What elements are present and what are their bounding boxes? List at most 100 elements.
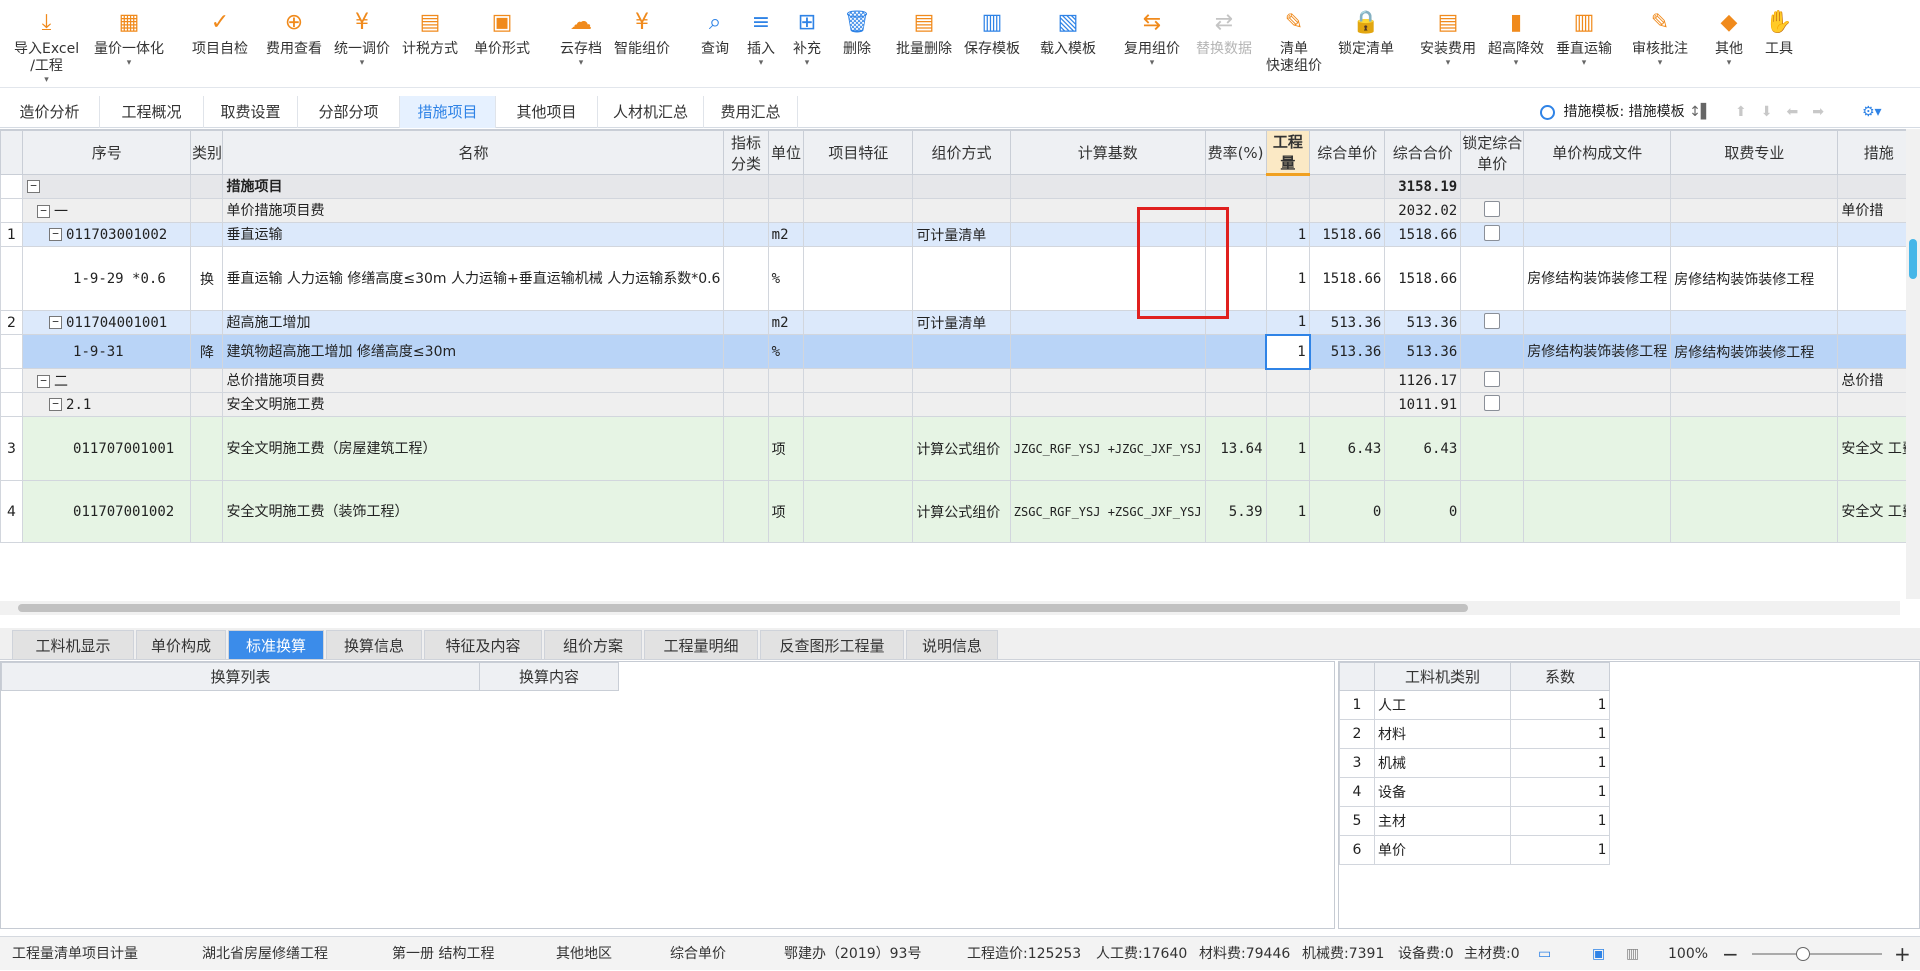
cell-major[interactable] xyxy=(1670,416,1839,481)
scroll-thumb[interactable] xyxy=(18,604,1468,612)
cell-major[interactable] xyxy=(1670,198,1839,223)
toolbar-button-reuse-pricing[interactable]: ⇆ 复用组价 ▾ xyxy=(1124,8,1180,68)
cell-type[interactable] xyxy=(190,310,224,335)
cell-total[interactable]: 1011.91 xyxy=(1384,392,1462,417)
cell-base[interactable] xyxy=(1009,246,1206,311)
cell-method[interactable]: 可计量清单 xyxy=(912,310,1011,335)
coef-row[interactable]: 6 单价 1 xyxy=(1339,835,1610,865)
toolbar-button-quick-pricing[interactable]: ✎ 清单 快速组价 xyxy=(1266,8,1322,75)
zoom-in-icon[interactable]: + xyxy=(1894,937,1911,971)
tab-7[interactable]: 费用汇总 xyxy=(704,96,798,128)
toolbar-button-integration[interactable]: ▦ 量价一体化 ▾ xyxy=(94,8,164,68)
cell-rate[interactable]: 5.39 xyxy=(1204,480,1267,543)
move-right-icon[interactable]: ➡ xyxy=(1812,104,1838,120)
toolbar-button-adjust-price[interactable]: ¥ 统一调价 ▾ xyxy=(334,8,390,68)
cell-lock[interactable] xyxy=(1460,198,1525,223)
cell-base[interactable]: JZGC_RGF_YSJ +JZGC_JXF_YSJ xyxy=(1009,416,1206,481)
cell-major[interactable] xyxy=(1670,310,1839,335)
cell-indicator[interactable] xyxy=(723,368,769,393)
detail-tab-6[interactable]: 工程量明细 xyxy=(644,630,758,660)
cell-major[interactable]: 房修结构装饰装修工程 xyxy=(1670,246,1839,311)
collapse-icon[interactable]: − xyxy=(49,228,63,241)
zoom-slider[interactable] xyxy=(1752,937,1882,971)
cell-code[interactable]: −2.1 xyxy=(22,392,192,417)
cell-unit[interactable]: % xyxy=(767,334,805,369)
cell-quantity[interactable] xyxy=(1265,392,1311,417)
coef-row[interactable]: 1 人工 1 xyxy=(1339,690,1610,720)
toolbar-button-fee-view[interactable]: ⊕ 费用查看 xyxy=(266,8,322,58)
cell-code[interactable]: 1-9-29 *0.6 xyxy=(22,246,192,311)
cell-rate[interactable] xyxy=(1204,368,1267,393)
coef-value[interactable]: 1 xyxy=(1510,835,1610,865)
column-header[interactable]: 组价方式 xyxy=(912,130,1011,175)
column-header[interactable]: 工程量 xyxy=(1265,130,1311,176)
cell-indicator[interactable] xyxy=(723,198,769,223)
cell-code[interactable]: 1-9-31 xyxy=(22,334,192,369)
row-index[interactable]: 3 xyxy=(0,416,24,481)
cell-quantity[interactable] xyxy=(1265,174,1311,199)
cell-feature[interactable] xyxy=(803,368,914,393)
collapse-icon[interactable]: − xyxy=(49,398,63,411)
cell-rate[interactable] xyxy=(1204,198,1267,223)
detail-tab-3[interactable]: 换算信息 xyxy=(326,630,422,660)
cell-indicator[interactable] xyxy=(723,480,769,543)
column-header[interactable]: 名称 xyxy=(222,130,725,175)
cell-lock[interactable] xyxy=(1460,310,1525,335)
cell-type[interactable] xyxy=(190,198,224,223)
cell-base[interactable] xyxy=(1009,222,1206,247)
cell-rate[interactable] xyxy=(1204,222,1267,247)
cell-type[interactable] xyxy=(190,392,224,417)
coef-value[interactable]: 1 xyxy=(1510,719,1610,749)
cell-method[interactable]: 计算公式组价 xyxy=(912,416,1011,481)
cell-type[interactable] xyxy=(190,368,224,393)
cell-total[interactable]: 0 xyxy=(1384,480,1462,543)
detail-tab-8[interactable]: 说明信息 xyxy=(906,630,998,660)
tab-6[interactable]: 人材机汇总 xyxy=(598,96,704,128)
chevron-down-icon[interactable]: ▾ xyxy=(792,58,822,68)
cell-lock[interactable] xyxy=(1460,392,1525,417)
sort-icon[interactable]: ↕▌ xyxy=(1689,104,1712,120)
toolbar-button-replace-data[interactable]: ⇄ 替换数据 xyxy=(1196,8,1252,58)
cell-method[interactable]: 可计量清单 xyxy=(912,222,1011,247)
cell-lock[interactable] xyxy=(1460,368,1525,393)
move-up-icon[interactable]: ⬆ xyxy=(1735,104,1761,120)
coef-value[interactable]: 1 xyxy=(1510,777,1610,807)
collapse-icon[interactable]: − xyxy=(49,316,63,329)
column-header[interactable]: 项目特征 xyxy=(803,130,914,175)
cell-base[interactable] xyxy=(1009,174,1206,199)
cell-type[interactable] xyxy=(190,222,224,247)
cell-feature[interactable] xyxy=(803,480,914,543)
column-header[interactable]: 单位 xyxy=(767,130,805,175)
cell-unit-price[interactable] xyxy=(1309,198,1386,223)
cell-lock[interactable] xyxy=(1460,480,1525,543)
column-header[interactable]: 单价构成文件 xyxy=(1523,130,1672,175)
cell-unit[interactable] xyxy=(767,392,805,417)
cell-file[interactable] xyxy=(1523,222,1672,247)
row-index[interactable] xyxy=(0,392,24,417)
cell-base[interactable]: ZSGC_RGF_YSJ +ZSGC_JXF_YSJ xyxy=(1009,480,1206,543)
toolbar-button-install-fee[interactable]: ▤ 安装费用 ▾ xyxy=(1420,8,1476,68)
row-index[interactable]: 1 xyxy=(0,222,24,247)
cell-type[interactable]: 换 xyxy=(190,246,224,311)
row-index[interactable]: 2 xyxy=(0,310,24,335)
move-left-icon[interactable]: ⬅ xyxy=(1786,104,1812,120)
zoom-out-icon[interactable]: − xyxy=(1722,937,1739,971)
cell-code[interactable]: −011703001002 xyxy=(22,222,192,247)
cell-name[interactable]: 安全文明施工费（装饰工程） xyxy=(222,480,725,543)
cell-code[interactable]: 011707001001 xyxy=(22,416,192,481)
table-row[interactable]: − 措施项目 3158.19 xyxy=(0,174,1920,199)
cell-indicator[interactable] xyxy=(723,222,769,247)
cell-unit-price[interactable]: 6.43 xyxy=(1309,416,1386,481)
cell-unit-price[interactable] xyxy=(1309,392,1386,417)
cell-code[interactable]: − 二 xyxy=(22,368,192,393)
cell-base[interactable] xyxy=(1009,368,1206,393)
cell-total[interactable]: 513.36 xyxy=(1384,310,1462,335)
scroll-thumb[interactable] xyxy=(1909,239,1917,279)
cell-method[interactable] xyxy=(912,392,1011,417)
cell-indicator[interactable] xyxy=(723,310,769,335)
horizontal-scrollbar[interactable] xyxy=(0,601,1900,615)
chevron-down-icon[interactable]: ▾ xyxy=(1488,58,1544,68)
cell-major[interactable] xyxy=(1670,174,1839,199)
cell-indicator[interactable] xyxy=(723,246,769,311)
cell-type[interactable] xyxy=(190,416,224,481)
